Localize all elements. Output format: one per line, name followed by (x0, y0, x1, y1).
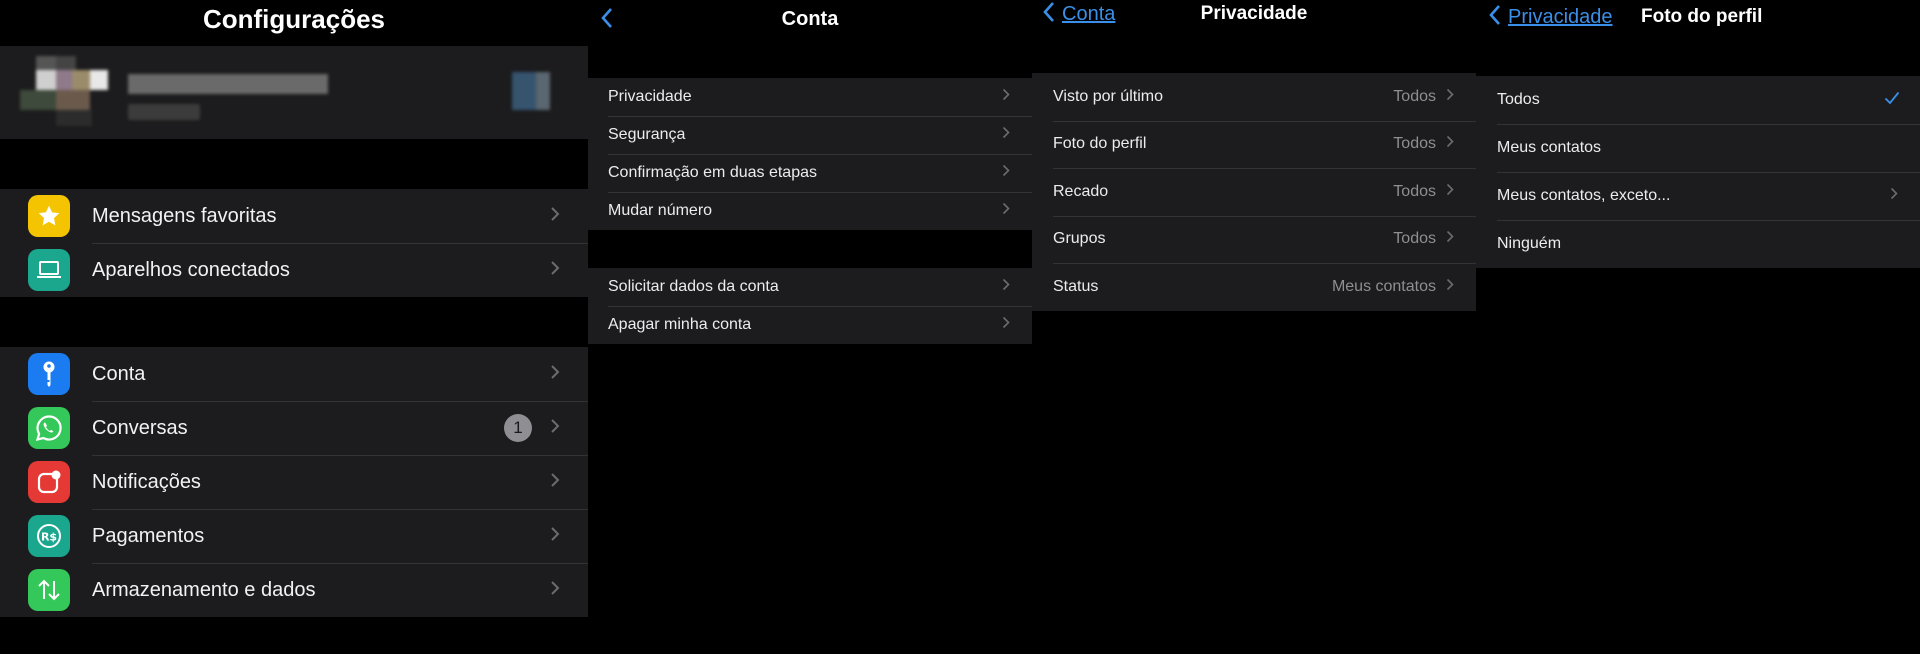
option-label: Todos (1497, 91, 1540, 108)
row-label: Status (1053, 277, 1099, 295)
row-label: Recado (1053, 182, 1109, 200)
chevron-right-icon (550, 260, 560, 281)
settings-item-label: Mensagens favoritas (92, 204, 277, 227)
currency-icon: R$ (28, 515, 70, 557)
privacy-item-status[interactable]: Status Meus contatos (1032, 263, 1476, 311)
notification-icon (28, 461, 70, 503)
chevron-right-icon (1446, 278, 1454, 296)
visibility-options: Todos Meus contatos Meus contatos, excet… (1476, 76, 1920, 268)
row-label: Foto do perfil (1053, 135, 1147, 153)
settings-item-label: Armazenamento e dados (92, 578, 316, 601)
whatsapp-icon (28, 407, 70, 449)
privacy-item-about[interactable]: Recado Todos (1032, 168, 1476, 216)
settings-screen: Configurações Mensagens favoritas Aparel… (0, 0, 588, 654)
account-screen: Conta Privacidade Segurança Confirmação … (588, 0, 1032, 654)
data-transfer-icon (28, 569, 70, 611)
chevron-right-icon (550, 364, 560, 385)
settings-item-label: Conversas (92, 416, 188, 439)
privacy-item-groups[interactable]: Grupos Todos (1032, 215, 1476, 264)
checkmark-icon (1884, 91, 1900, 110)
chevron-right-icon (1002, 278, 1010, 296)
chevron-right-icon (1446, 135, 1454, 153)
row-value: Todos (1393, 182, 1436, 200)
key-icon (28, 353, 70, 395)
page-title: Foto do perfil (1641, 6, 1763, 27)
privacy-screen: Conta Privacidade Visto por último Todos … (1032, 0, 1476, 654)
row-label: Solicitar dados da conta (608, 278, 779, 295)
settings-item-label: Pagamentos (92, 524, 205, 547)
option-my-contacts-except[interactable]: Meus contatos, exceto... (1476, 172, 1920, 220)
settings-item-chats[interactable]: Conversas 1 (0, 401, 588, 455)
settings-item-label: Conta (92, 362, 146, 385)
settings-item-starred-messages[interactable]: Mensagens favoritas (0, 189, 588, 243)
settings-item-notifications[interactable]: Notificações (0, 455, 588, 509)
chevron-right-icon (1446, 88, 1454, 106)
settings-item-linked-devices[interactable]: Aparelhos conectados (0, 243, 588, 297)
account-item-delete-account[interactable]: Apagar minha conta (588, 306, 1032, 344)
option-label: Meus contatos, exceto... (1497, 187, 1671, 204)
chevron-right-icon (550, 472, 560, 493)
settings-group-favorites: Mensagens favoritas Aparelhos conectados (0, 189, 588, 297)
account-group-1: Privacidade Segurança Confirmação em dua… (588, 78, 1032, 230)
row-value: Todos (1393, 230, 1436, 248)
profile-status-blurred (128, 104, 200, 120)
unread-badge: 1 (504, 414, 532, 442)
page-title: Conta (781, 8, 839, 30)
page-title: Privacidade (1200, 3, 1308, 24)
chevron-right-icon (550, 418, 560, 439)
settings-group-main: Conta Conversas 1 Notificações R$ Pagame… (0, 347, 588, 617)
star-icon (28, 195, 70, 237)
row-value: Meus contatos (1331, 277, 1436, 295)
row-label: Grupos (1053, 230, 1106, 248)
avatar (20, 56, 108, 126)
chevron-right-icon (550, 580, 560, 601)
account-item-privacy[interactable]: Privacidade (588, 78, 1032, 116)
chevron-right-icon (550, 526, 560, 547)
privacy-list: Visto por último Todos Foto do perfil Todo… (1032, 73, 1476, 311)
account-group-2: Solicitar dados da conta Apagar minha co… (588, 268, 1032, 344)
settings-item-account[interactable]: Conta (0, 347, 588, 401)
profile-photo-screen: Privacidade Foto do perfil Todos Meus co… (1476, 0, 1920, 654)
row-label: Privacidade (608, 88, 692, 105)
row-label: Segurança (608, 126, 686, 143)
settings-item-label: Aparelhos conectados (92, 258, 290, 281)
option-nobody[interactable]: Ninguém (1476, 220, 1920, 268)
privacy-item-last-seen[interactable]: Visto por último Todos (1032, 73, 1476, 121)
profile-name-blurred (128, 74, 328, 94)
row-value: Todos (1393, 135, 1436, 153)
row-label: Apagar minha conta (608, 316, 752, 333)
settings-item-payments[interactable]: R$ Pagamentos (0, 509, 588, 563)
row-label: Mudar número (608, 202, 713, 219)
account-item-change-number[interactable]: Mudar número (588, 192, 1032, 230)
option-my-contacts[interactable]: Meus contatos (1476, 124, 1920, 172)
chevron-right-icon (1890, 187, 1898, 205)
row-label: Confirmação em duas etapas (608, 164, 817, 181)
privacy-item-profile-photo[interactable]: Foto do perfil Todos (1032, 120, 1476, 169)
profile-card[interactable] (0, 46, 588, 139)
page-title: Configurações (202, 4, 386, 34)
account-item-security[interactable]: Segurança (588, 116, 1032, 154)
laptop-icon (28, 249, 70, 291)
svg-text:R$: R$ (41, 531, 57, 544)
chevron-right-icon (1002, 88, 1010, 106)
chevron-right-icon (1002, 316, 1010, 334)
chevron-right-icon (1002, 202, 1010, 220)
chevron-right-icon (1002, 164, 1010, 182)
settings-item-label: Notificações (92, 470, 201, 493)
option-label: Meus contatos (1497, 139, 1602, 156)
chevron-right-icon (550, 206, 560, 227)
chevron-right-icon (1446, 230, 1454, 248)
row-value: Todos (1393, 87, 1436, 105)
chevron-right-icon (1002, 126, 1010, 144)
option-everyone[interactable]: Todos (1476, 76, 1920, 124)
row-label: Visto por último (1053, 87, 1163, 105)
account-item-request-info[interactable]: Solicitar dados da conta (588, 268, 1032, 306)
settings-item-storage[interactable]: Armazenamento e dados (0, 563, 588, 617)
qr-code-icon[interactable] (512, 72, 550, 110)
chevron-right-icon (1446, 183, 1454, 201)
account-item-two-step[interactable]: Confirmação em duas etapas (588, 154, 1032, 192)
option-label: Ninguém (1497, 235, 1562, 252)
